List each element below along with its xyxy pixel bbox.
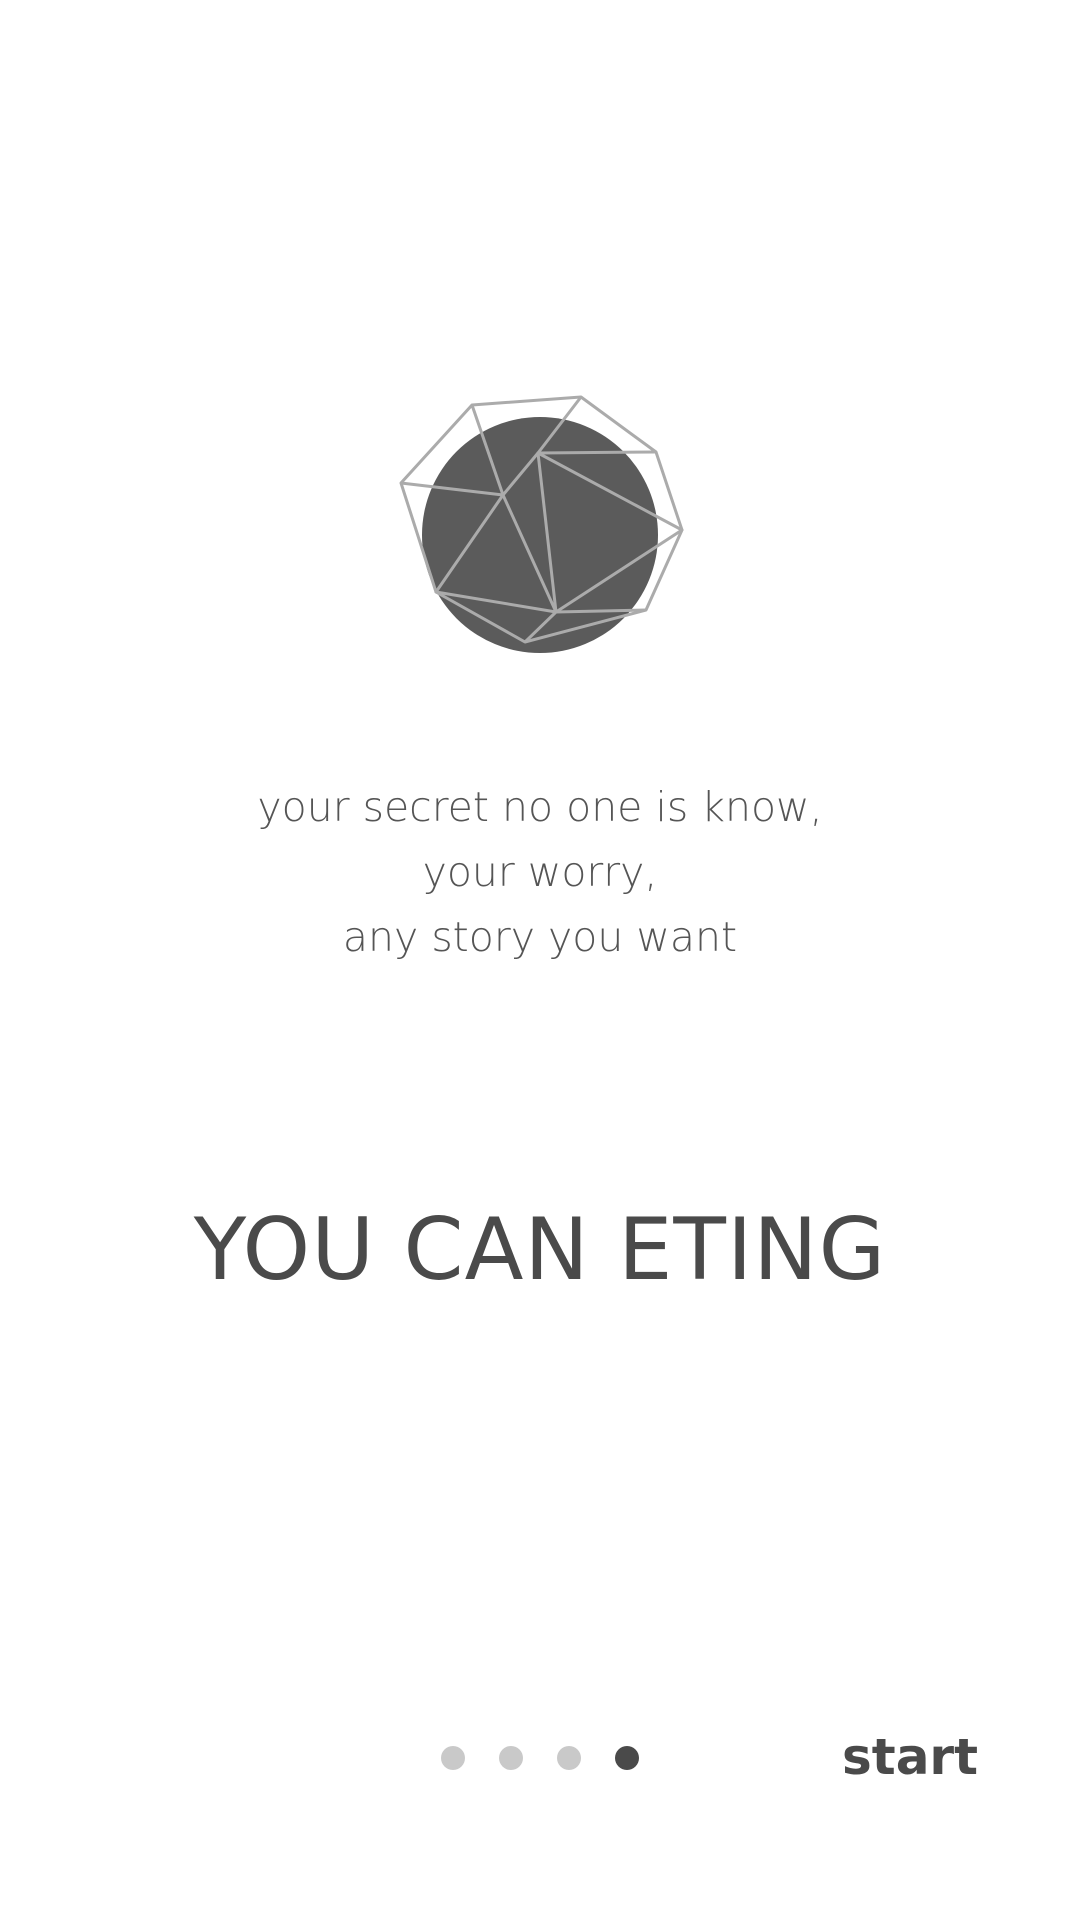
headline: YOU CAN ETING [193, 1200, 887, 1300]
page-dot[interactable] [499, 1746, 523, 1770]
tagline-line-2: your worry, [422, 848, 658, 896]
page-dot[interactable] [557, 1746, 581, 1770]
page-dot-active[interactable] [615, 1746, 639, 1770]
tagline-line-3: any story you want [342, 913, 738, 961]
geometric-planet-icon [395, 390, 685, 680]
tagline-line-1: your secret no one is know, [257, 783, 823, 831]
start-button[interactable]: start [842, 1727, 978, 1787]
tagline: your secret no one is know, your worry, … [0, 775, 1080, 970]
page-indicator [441, 1746, 639, 1770]
page-dot[interactable] [441, 1746, 465, 1770]
